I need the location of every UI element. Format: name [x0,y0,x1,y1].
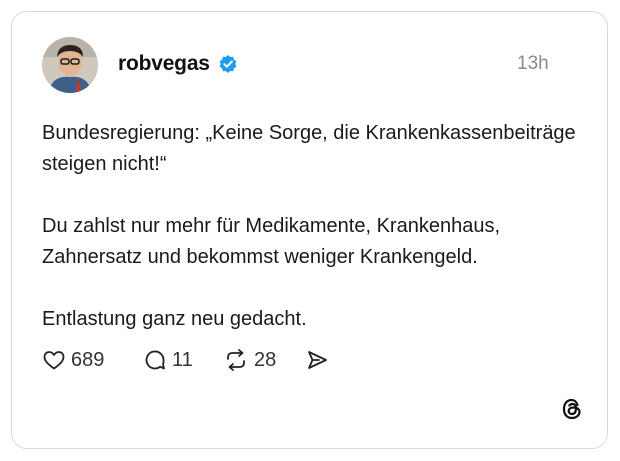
post-timestamp: 13h [517,53,549,74]
repost-icon [227,349,245,371]
avatar[interactable] [42,37,98,93]
post-paragraph: Bundesregierung: „Keine Sorge, die Krank… [42,122,576,175]
verified-badge-icon [218,54,238,74]
comment-icon [145,350,165,370]
threads-logo-icon [559,396,585,422]
reply-button[interactable]: 11 [143,348,193,372]
share-button[interactable] [305,348,329,372]
post-paragraph: Entlastung ganz neu gedacht. [42,308,307,330]
repost-count: 28 [254,348,277,371]
like-button[interactable]: 689 [42,348,104,372]
repost-button[interactable]: 28 [223,348,276,372]
post-card: robvegas 13h Bundesregierung: „Keine Sor… [11,11,608,449]
username[interactable]: robvegas [118,52,210,76]
like-count: 689 [71,348,105,371]
reply-count: 11 [172,348,193,371]
post-text: Bundesregierung: „Keine Sorge, die Krank… [42,118,582,335]
send-icon [308,351,327,369]
avatar-image [42,37,98,93]
heart-icon [43,351,65,370]
post-paragraph: Du zahlst nur mehr für Medikamente, Kran… [42,215,500,268]
